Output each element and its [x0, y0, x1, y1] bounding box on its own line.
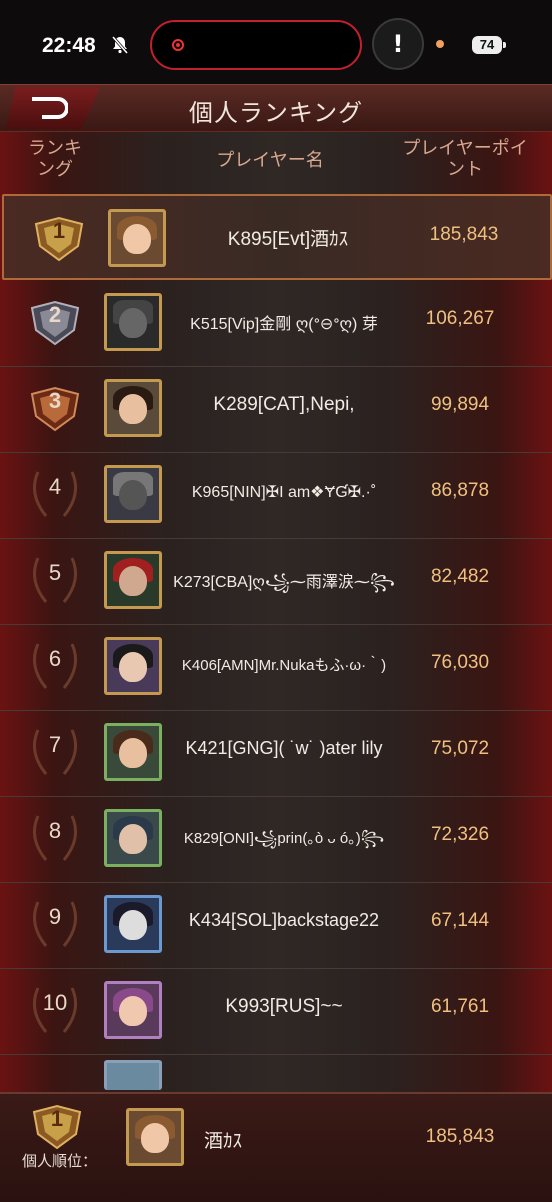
ranking-row-5[interactable]: 5 K273[CBA]ღ꧁⁓雨澤涙⁓꧂ 82,482	[0, 538, 552, 625]
rank-number: 1	[52, 218, 66, 243]
player-avatar[interactable]	[104, 551, 162, 609]
player-avatar[interactable]	[104, 809, 162, 867]
player-avatar[interactable]	[104, 895, 162, 953]
ranking-panel: 個人ランキング ランキング プレイヤー名 プレイヤーポイント 1 K895[Ev…	[0, 84, 552, 1202]
player-points: 75,072	[430, 738, 490, 759]
dynamic-island[interactable]	[150, 20, 362, 70]
player-name: K515[Vip]金剛 ღ(ᐤ⊖ᐤღ) 芽	[190, 316, 378, 333]
rank-number: 5	[48, 560, 62, 585]
my-rank-number: 1	[50, 1106, 64, 1131]
my-rank-bar: 1 個人順位： 酒ｶｽ 185,843	[0, 1092, 552, 1202]
column-header-name: プレイヤー名	[216, 150, 324, 171]
status-time: 22:48	[42, 34, 96, 57]
rank-number: 7	[48, 732, 62, 757]
alert-shield-icon[interactable]: !	[372, 18, 424, 70]
player-name: K406[AMN]Mr.Nukaもふ·ω·｀)	[181, 657, 387, 674]
rank-number: 2	[48, 302, 62, 327]
player-name: K421[GNG]( ˙w˙ )ater lily	[185, 738, 383, 758]
rank-number: 3	[48, 388, 62, 413]
player-name: K895[Evt]酒ｶｽ	[227, 229, 349, 250]
player-avatar[interactable]	[108, 209, 166, 267]
ranking-row-6[interactable]: 6 K406[AMN]Mr.Nukaもふ·ω·｀) 76,030	[0, 624, 552, 711]
player-name: K273[CBA]ღ꧁⁓雨澤涙⁓꧂	[173, 574, 395, 591]
player-points: 86,878	[430, 480, 490, 501]
my-avatar[interactable]	[126, 1108, 184, 1166]
player-name: K965[NIN]✠I am❖ɎƓ✠.·˚	[191, 484, 377, 501]
bell-muted-icon	[111, 36, 129, 54]
player-points: 185,843	[429, 224, 499, 245]
player-avatar[interactable]	[104, 465, 162, 523]
player-points: 67,144	[430, 910, 490, 931]
player-avatar[interactable]	[104, 637, 162, 695]
player-points: 106,267	[425, 308, 495, 329]
ranking-row-7[interactable]: 7 K421[GNG]( ˙w˙ )ater lily 75,072	[0, 710, 552, 797]
rank-number: 9	[48, 904, 62, 929]
my-rank-label: 個人順位：	[22, 1152, 98, 1170]
ranking-row-3[interactable]: 3 K289[CAT],Nepi, 99,894	[0, 366, 552, 453]
player-name: K434[SOL]backstage22	[188, 910, 380, 930]
player-avatar[interactable]	[104, 981, 162, 1039]
player-name: K289[CAT],Nepi,	[213, 394, 355, 415]
indicator-dot	[436, 40, 444, 48]
player-avatar[interactable]	[104, 723, 162, 781]
page-title: 個人ランキング	[188, 99, 364, 127]
rank-number: 10	[42, 990, 68, 1015]
player-points: 82,482	[430, 566, 490, 587]
rank-number: 8	[48, 818, 62, 843]
player-avatar[interactable]	[104, 379, 162, 437]
ranking-row-10[interactable]: 10 K993[RUS]~~ 61,761	[0, 968, 552, 1055]
player-name: K829[ONI]꧁prin(｡ò ᴗ ó｡)꧂	[183, 830, 385, 847]
ranking-row-4[interactable]: 4 K965[NIN]✠I am❖ɎƓ✠.·˚ 86,878	[0, 452, 552, 539]
ranking-row-2[interactable]: 2 K515[Vip]金剛 ღ(ᐤ⊖ᐤღ) 芽 106,267	[0, 280, 552, 367]
my-player-points: 185,843	[425, 1126, 495, 1147]
rank-number: 4	[48, 474, 62, 499]
battery-indicator: 74	[472, 36, 506, 54]
status-bar: 22:48 ! 74	[0, 0, 552, 84]
rank-number: 6	[48, 646, 62, 671]
player-avatar[interactable]	[104, 293, 162, 351]
player-avatar	[104, 1060, 162, 1090]
my-player-name: 酒ｶｽ	[204, 1130, 243, 1152]
ranking-row-9[interactable]: 9 K434[SOL]backstage22 67,144	[0, 882, 552, 969]
record-indicator-icon	[172, 39, 184, 51]
column-header-rank: ランキング	[28, 138, 82, 180]
title-bar: 個人ランキング	[0, 84, 552, 132]
ranking-row-8[interactable]: 8 K829[ONI]꧁prin(｡ò ᴗ ó｡)꧂ 72,326	[0, 796, 552, 883]
player-points: 76,030	[430, 652, 490, 673]
ranking-row-1[interactable]: 1 K895[Evt]酒ｶｽ 185,843	[2, 194, 552, 280]
player-points: 72,326	[430, 824, 490, 845]
player-points: 61,761	[430, 996, 490, 1017]
column-header-points: プレイヤーポイント	[402, 138, 528, 180]
player-name: K993[RUS]~~	[225, 996, 343, 1017]
player-points: 99,894	[430, 394, 490, 415]
